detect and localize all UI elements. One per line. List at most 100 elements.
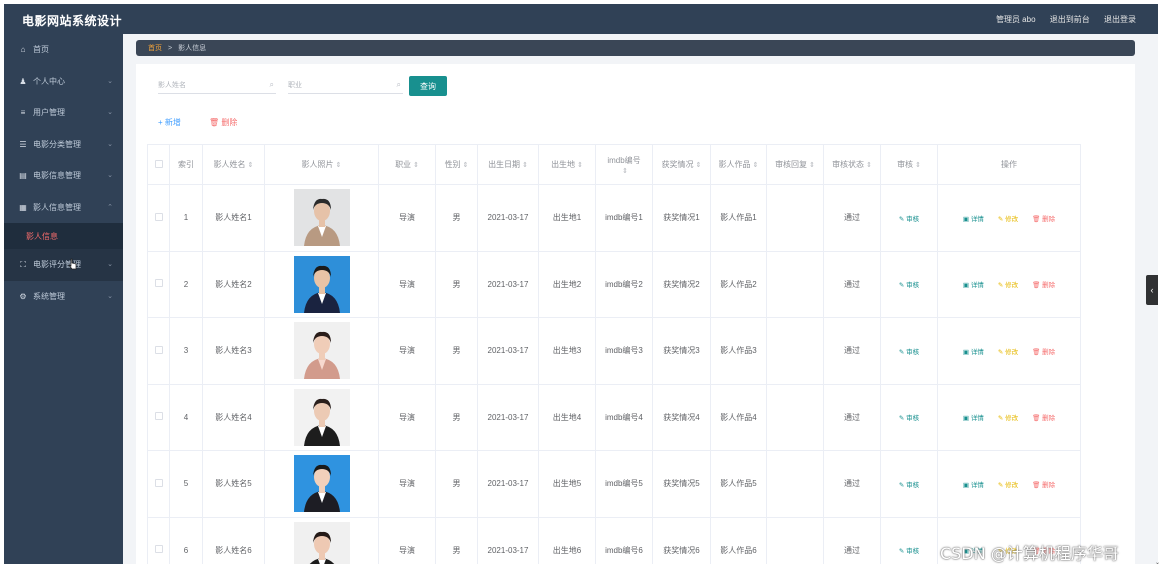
cell-actions: ▣ 详情 ✎ 修改 🗑 删除 <box>937 383 1081 451</box>
column-header-name[interactable]: 影人姓名 ⇕ <box>202 144 265 185</box>
column-header-job[interactable]: 职业 ⇕ <box>378 144 436 185</box>
cell-reply <box>766 184 824 252</box>
search-job-input[interactable]: 职业 ⌕ <box>288 76 403 94</box>
edit-button[interactable]: ✎ 修改 <box>998 415 1018 422</box>
sidebar-item-label: 用户管理 <box>33 108 65 118</box>
cell-reply <box>766 250 824 318</box>
pencil-icon: ✎ <box>997 215 1006 223</box>
search-name-input[interactable]: 影人姓名 ⌕ <box>158 76 276 94</box>
detail-button[interactable]: ▣ 详情 <box>963 216 984 223</box>
document-icon: ▣ <box>962 481 971 489</box>
row-checkbox[interactable] <box>147 250 170 318</box>
cell-reply <box>766 516 824 564</box>
table-row: 2 影人姓名2 导演男 2021-03-17 出生地2 imdb编号2 获奖情况2 影人作品2… <box>147 250 1081 318</box>
person-photo[interactable] <box>293 455 350 513</box>
trash-icon: 🗑 <box>1032 215 1043 223</box>
query-button[interactable]: 查询 <box>409 76 447 96</box>
breadcrumb: 首页 > 影人信息 <box>136 40 1135 56</box>
column-header-imdb[interactable]: imdb编号 ⇕ <box>595 144 653 185</box>
resize-arrow-icon: ⌄ <box>1154 560 1160 566</box>
batch-delete-button[interactable]: 🗑 删除 <box>209 117 237 128</box>
column-header-photo[interactable]: 影人照片 ⇕ <box>264 144 379 185</box>
review-button[interactable]: ✎ 审核 <box>899 282 919 289</box>
delete-button[interactable]: 🗑 删除 <box>1032 216 1055 223</box>
main-area: 首页 > 影人信息 影人姓名 ⌕ 职业 ⌕ 查询 + 新增 🗑 删除 索引 影人… <box>123 34 1158 564</box>
sidebar-item-user-management[interactable]: ≡ 用户管理 ⌄ <box>4 97 123 129</box>
side-collapse-tab[interactable]: ‹ <box>1146 275 1158 305</box>
add-button[interactable]: + 新增 <box>158 117 181 128</box>
cell-works: 影人作品5 <box>710 450 767 518</box>
trash-icon: 🗑 <box>1032 481 1043 489</box>
breadcrumb-home[interactable]: 首页 <box>148 43 162 53</box>
row-checkbox[interactable] <box>147 516 170 564</box>
sort-icon: ⇕ <box>462 162 469 169</box>
frame-icon: ⛶ <box>20 259 26 269</box>
detail-button[interactable]: ▣ 详情 <box>963 482 984 489</box>
cell-status: 通过 <box>823 516 881 564</box>
breadcrumb-separator: > <box>168 44 173 52</box>
column-header-place[interactable]: 出生地 ⇕ <box>538 144 596 185</box>
admin-label: 管理员 abo <box>995 15 1036 24</box>
column-header-status[interactable]: 审核状态 ⇕ <box>823 144 881 185</box>
sidebar-item-rating-management[interactable]: ⛶ 电影评分管理 ⌄ <box>4 249 123 281</box>
sidebar-item-movie-category[interactable]: ☰ 电影分类管理 ⌄ <box>4 129 123 161</box>
person-photo[interactable] <box>293 189 350 247</box>
select-all-checkbox[interactable] <box>147 144 170 185</box>
chevron-down-icon: ⌄ <box>107 261 113 268</box>
delete-button[interactable]: 🗑 删除 <box>1032 282 1055 289</box>
cell-job: 导演 <box>378 184 436 252</box>
person-photo[interactable] <box>293 388 350 446</box>
row-checkbox[interactable] <box>147 184 170 252</box>
sidebar-item-personal-center[interactable]: ♟ 个人中心 ⌄ <box>4 66 123 98</box>
column-header-review[interactable]: 审核 ⇕ <box>880 144 938 185</box>
cell-award: 获奖情况6 <box>652 516 711 564</box>
delete-button[interactable]: 🗑 删除 <box>1032 415 1055 422</box>
column-header-gender[interactable]: 性别 ⇕ <box>435 144 478 185</box>
review-button[interactable]: ✎ 审核 <box>899 482 919 489</box>
user-icon: ♟ <box>19 76 27 86</box>
sidebar-item-home[interactable]: ⌂ 首页 <box>4 34 123 66</box>
cell-review: ✎ 审核 <box>880 383 938 451</box>
column-header-works[interactable]: 影人作品 ⇕ <box>710 144 767 185</box>
cell-reply <box>766 450 824 518</box>
sidebar-item-person-info-management[interactable]: ▦ 影人信息管理 ⌃ <box>4 192 123 224</box>
edit-button[interactable]: ✎ 修改 <box>998 216 1018 223</box>
detail-button[interactable]: ▣ 详情 <box>963 415 984 422</box>
edit-button[interactable]: ✎ 修改 <box>998 282 1018 289</box>
review-button[interactable]: ✎ 审核 <box>899 548 919 555</box>
row-checkbox[interactable] <box>147 317 170 385</box>
column-header-actions: 操作 <box>937 144 1081 185</box>
edit-button[interactable]: ✎ 修改 <box>998 349 1018 356</box>
sort-icon: ⇕ <box>752 162 759 169</box>
trash-icon: 🗑 <box>209 118 220 127</box>
person-table: 索引 影人姓名 ⇕ 影人照片 ⇕ 职业 ⇕ 性别 ⇕ 出生日期 ⇕ 出生地 ⇕ imdb编号… <box>147 144 1081 564</box>
person-photo[interactable] <box>293 521 350 564</box>
edit-button[interactable]: ✎ 修改 <box>998 482 1018 489</box>
person-photo[interactable] <box>293 322 350 380</box>
gear-icon: ⚙ <box>19 291 27 301</box>
cell-works: 影人作品1 <box>710 184 767 252</box>
review-button[interactable]: ✎ 审核 <box>899 216 919 223</box>
sidebar-item-system-management[interactable]: ⚙ 系统管理 ⌄ <box>4 281 123 313</box>
chevron-down-icon: ⌄ <box>107 172 113 179</box>
sidebar-item-label: 电影信息管理 <box>33 171 81 181</box>
review-button[interactable]: ✎ 审核 <box>899 349 919 356</box>
cell-reply <box>766 317 824 385</box>
column-header-reply[interactable]: 审核回复 ⇕ <box>766 144 824 185</box>
logout-link[interactable]: 退出登录 <box>1104 15 1136 24</box>
row-checkbox[interactable] <box>147 383 170 451</box>
cell-imdb: imdb编号4 <box>595 383 653 451</box>
detail-button[interactable]: ▣ 详情 <box>963 282 984 289</box>
sidebar-subitem-person-info[interactable]: 影人信息 <box>4 223 123 249</box>
frontend-link[interactable]: 退出到前台 <box>1050 15 1090 24</box>
detail-button[interactable]: ▣ 详情 <box>963 349 984 356</box>
person-photo[interactable] <box>293 255 350 313</box>
column-header-award[interactable]: 获奖情况 ⇕ <box>652 144 711 185</box>
delete-button[interactable]: 🗑 删除 <box>1032 482 1055 489</box>
cell-place: 出生地3 <box>538 317 596 385</box>
delete-button[interactable]: 🗑 删除 <box>1032 349 1055 356</box>
review-button[interactable]: ✎ 审核 <box>899 415 919 422</box>
column-header-birth[interactable]: 出生日期 ⇕ <box>477 144 539 185</box>
sidebar-item-movie-info[interactable]: ▤ 电影信息管理 ⌄ <box>4 160 123 192</box>
row-checkbox[interactable] <box>147 450 170 518</box>
